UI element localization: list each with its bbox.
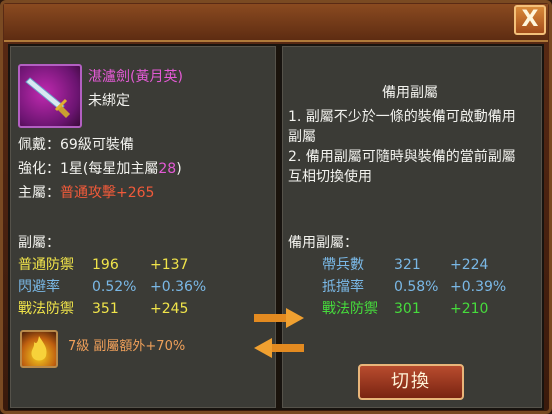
stat-name: 帶兵數 [322,257,364,273]
fire-icon [20,330,58,368]
main-attr-label: 主屬： [18,185,60,201]
stat-value: 301 [394,301,421,317]
bind-status: 未綁定 [88,93,130,109]
desc-line: 1. 副屬不少於一條的裝備可啟動備用 [288,109,516,125]
enhance-prefix: 強化：1星(每星加主屬 [18,161,159,177]
sword-icon[interactable] [18,64,82,128]
desc-line: 互相切換使用 [288,169,372,185]
main-attr-line: 主屬：普通攻擊+265 [18,184,154,202]
arrow-left-icon [254,338,304,358]
item-name: 湛瀘劍(黃月英) [88,69,183,85]
stat-bonus: +224 [450,257,489,273]
equip-requirement: 佩戴：69級可裝備 [18,137,134,153]
stat-name: 抵擋率 [322,279,364,295]
desc-line: 副屬 [288,129,316,145]
stat-bonus: +137 [150,257,189,273]
stat-name: 普通防禦 [18,257,74,273]
enhance-suffix: ) [176,161,182,177]
backup-title: 備用副屬 [382,85,438,101]
stat-name: 閃避率 [18,279,60,295]
backup-sub-header: 備用副屬： [288,235,358,251]
stat-value: 321 [394,257,421,273]
sub-attr-header: 副屬： [18,235,60,251]
switch-button[interactable]: 切換 [358,364,464,400]
stat-bonus: +245 [150,301,189,317]
stat-bonus: +0.36% [150,279,207,295]
stat-value: 351 [92,301,119,317]
stat-bonus: +0.39% [450,279,507,295]
enhance-value: 28 [158,161,177,177]
stat-bonus: +210 [450,301,489,317]
close-button[interactable]: X [514,5,546,35]
stat-name: 戰法防禦 [18,301,74,317]
title-bar [4,4,548,42]
main-attr-value: 普通攻擊+265 [60,185,155,201]
extra-bonus-text: 7級 副屬額外+70% [68,339,186,354]
stat-name: 戰法防禦 [322,301,378,317]
arrow-right-icon [254,308,304,328]
stat-value: 196 [92,257,119,273]
enhance-line: 強化：1星(每星加主屬28) [18,160,182,178]
desc-line: 2. 備用副屬可隨時與裝備的當前副屬 [288,149,516,165]
stat-value: 0.52% [92,279,137,295]
stat-value: 0.58% [394,279,439,295]
